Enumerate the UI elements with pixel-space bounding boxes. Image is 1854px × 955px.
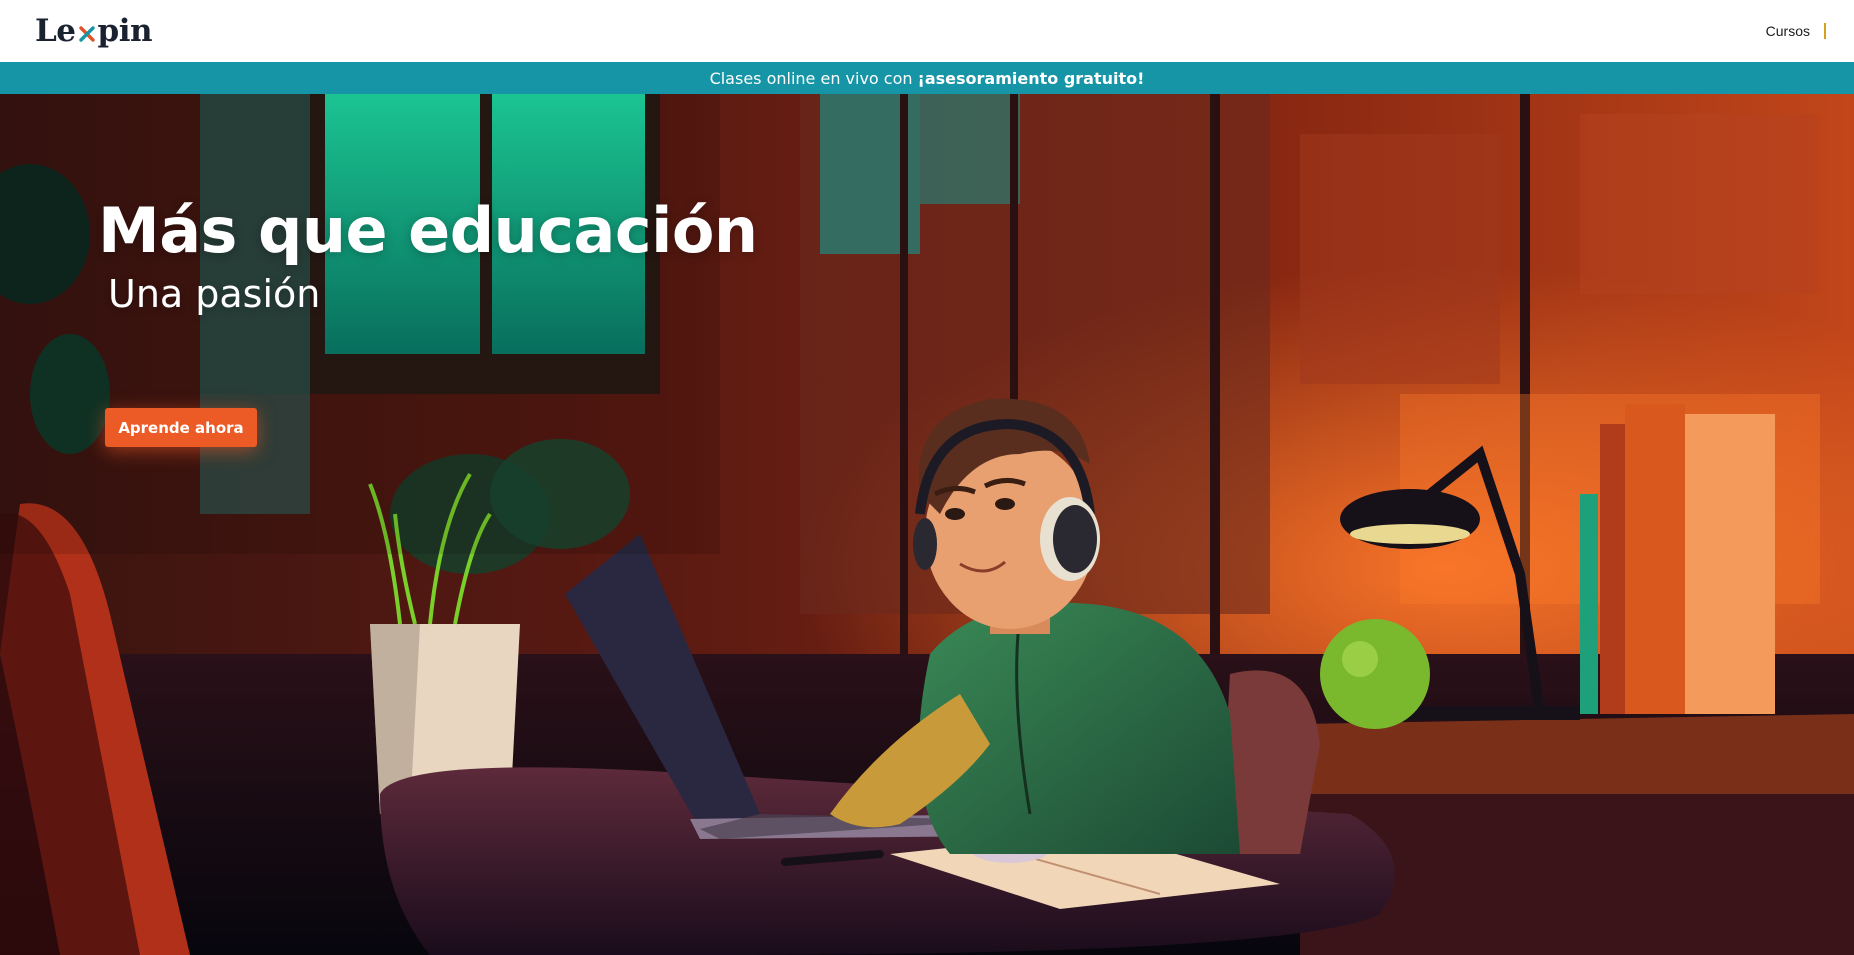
- logo[interactable]: Le pin: [35, 11, 153, 51]
- main-nav: Cursos: [1766, 23, 1826, 39]
- nav-divider: [1824, 23, 1826, 39]
- hero-title: Más que educación: [98, 194, 758, 267]
- site-header: Le pin Cursos: [0, 0, 1854, 62]
- logo-text-left: Le: [35, 13, 76, 49]
- promo-highlight: ¡asesoramiento gratuito!: [917, 68, 1145, 88]
- x-mark-icon: [78, 26, 95, 42]
- hero-content: Más que educación Una pasión Aprende aho…: [0, 94, 900, 594]
- promo-bar: Clases online en vivo con ¡asesoramiento…: [0, 62, 1854, 94]
- logo-text-right: pin: [97, 13, 153, 49]
- hero-subtitle: Una pasión: [108, 272, 321, 316]
- aprende-ahora-button[interactable]: Aprende ahora: [105, 408, 257, 447]
- promo-text: Clases online en vivo con: [709, 68, 913, 88]
- nav-link-cursos[interactable]: Cursos: [1766, 23, 1810, 39]
- hero-section: Más que educación Una pasión Aprende aho…: [0, 94, 1854, 955]
